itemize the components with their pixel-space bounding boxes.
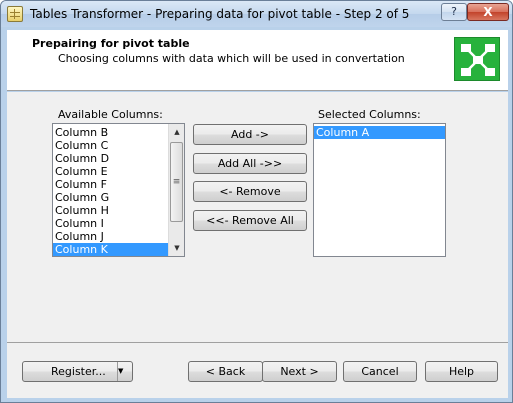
available-list-item[interactable]: Column D — [53, 152, 168, 165]
pivot-logo-graphic — [457, 40, 499, 80]
available-list-item[interactable]: Column I — [53, 217, 168, 230]
wizard-header: Prepairing for pivot table Choosing colu… — [7, 30, 508, 91]
available-columns-label: Available Columns: — [58, 108, 163, 121]
step-subtitle: Choosing columns with data which will be… — [58, 52, 405, 65]
register-button[interactable]: Register... ▼ — [22, 361, 133, 382]
scroll-up-icon[interactable]: ▲ — [169, 124, 184, 140]
step-title: Prepairing for pivot table — [32, 37, 190, 50]
available-list-item[interactable]: Column K — [53, 243, 168, 256]
scroll-down-icon[interactable]: ▼ — [169, 240, 184, 256]
help-button[interactable]: Help — [425, 361, 498, 382]
available-columns-list[interactable]: Column B Column C Column D Column E Column F… — [52, 123, 185, 257]
available-list-item[interactable]: Column B — [53, 126, 168, 139]
register-dropdown-icon[interactable]: ▼ — [117, 362, 132, 381]
selected-list-item[interactable]: Column A — [314, 126, 445, 139]
wizard-body: Available Columns: Column B Column C Colum… — [7, 92, 508, 342]
add-all-button[interactable]: Add All ->> — [193, 153, 307, 174]
available-list-item[interactable]: Column E — [53, 165, 168, 178]
available-list-item[interactable]: Column G — [53, 191, 168, 204]
title-bar: Tables Transformer - Preparing data for … — [1, 1, 512, 27]
remove-all-button[interactable]: <<- Remove All — [193, 210, 307, 231]
wizard-footer: Register... ▼ < Back Next > Cancel Help — [7, 342, 508, 398]
pivot-logo-icon — [454, 37, 500, 81]
selected-columns-list[interactable]: Column A — [313, 123, 446, 257]
available-list-item[interactable]: Column F — [53, 178, 168, 191]
selected-columns-label: Selected Columns: — [318, 108, 421, 121]
register-label: Register... — [51, 365, 106, 378]
next-button[interactable]: Next > — [262, 361, 337, 382]
wizard-window: Tables Transformer - Preparing data for … — [0, 0, 513, 403]
available-list-item[interactable]: Column J — [53, 230, 168, 243]
back-button[interactable]: < Back — [188, 361, 263, 382]
available-list-item[interactable]: Column C — [53, 139, 168, 152]
help-title-button[interactable]: ? — [441, 3, 467, 21]
remove-button[interactable]: <- Remove — [193, 181, 307, 202]
table-app-icon — [7, 6, 23, 22]
available-list-scrollbar[interactable]: ▲ ≡ ▼ — [168, 124, 184, 256]
cancel-button[interactable]: Cancel — [343, 361, 417, 382]
close-button[interactable]: X — [467, 3, 509, 21]
available-list-item[interactable]: Column H — [53, 204, 168, 217]
add-button[interactable]: Add -> — [193, 124, 307, 145]
window-title: Tables Transformer - Preparing data for … — [30, 7, 410, 21]
scroll-thumb[interactable]: ≡ — [170, 142, 183, 222]
